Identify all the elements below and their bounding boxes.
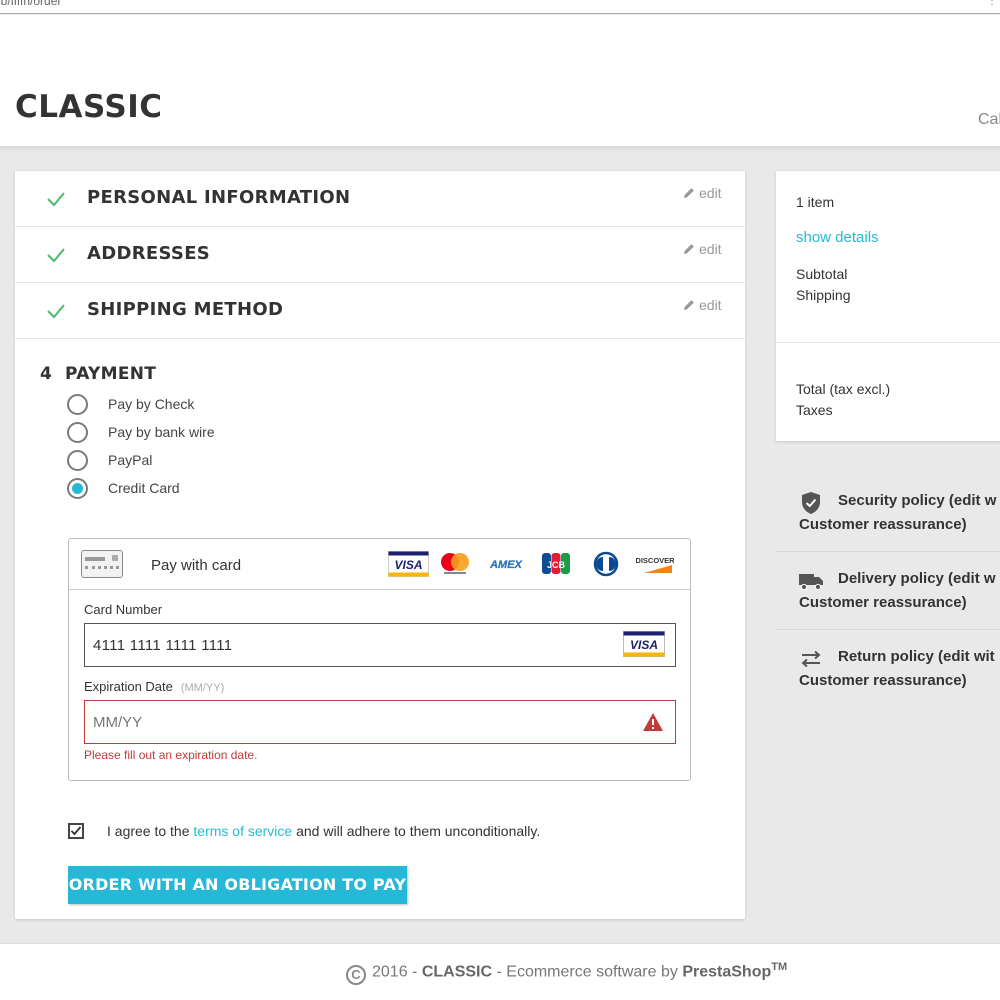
footer-copyright: C 2016 - CLASSIC - Ecommerce software by … [346,961,788,986]
terms-checkbox[interactable] [68,823,84,839]
copyright-icon: C [346,965,366,986]
exchange-arrows-icon [801,650,821,668]
step-personal-information[interactable]: PERSONAL INFORMATION edit [15,171,745,227]
browser-menu-icon[interactable]: ⋮ [986,0,998,7]
radio-button[interactable] [67,450,88,471]
order-button[interactable]: ORDER WITH AN OBLIGATION TO PAY [68,866,407,904]
expiration-format-hint: (MM/YY) [180,682,225,694]
edit-link[interactable]: edit [683,185,722,201]
discover-logo-icon: DISCOVER [636,556,674,573]
payment-heading: 4 PAYMENT [40,364,156,384]
site-header: CLASSIC Cal [0,15,1000,147]
reassurance-delivery[interactable]: Delivery policy (edit w Customer reassur… [776,552,1000,630]
reassurance-title: Delivery policy (edit w [838,570,996,587]
taxes-label: Taxes [796,402,833,418]
expiration-date-label: Expiration Date (MM/YY) [84,679,224,694]
radio-button[interactable] [67,394,88,415]
reassurance-subtitle: Customer reassurance) [799,594,967,611]
step-title: SHIPPING METHOD [87,299,284,320]
check-icon [47,192,65,207]
summary-divider [776,342,1000,343]
visa-detected-icon: VISA [623,631,665,657]
amex-logo-icon: AMEX [489,559,523,571]
footer-middle: - Ecommerce software by [492,963,683,981]
total-label: Total (tax excl.) [796,381,891,397]
step-title: PERSONAL INFORMATION [87,187,351,208]
card-number-label: Card Number [84,602,163,617]
card-form-header: Pay with card VISA AMEX JCB DISCOVER [69,539,690,590]
mastercard-logo-icon [441,553,469,574]
card-payment-form: Pay with card VISA AMEX JCB DISCOVER Car… [68,538,691,781]
step-shipping-method[interactable]: SHIPPING METHOD edit [15,283,745,339]
items-count: 1 item [796,194,835,210]
reassurance-subtitle: Customer reassurance) [799,672,967,689]
svg-text:VISA: VISA [394,558,422,572]
reassurance-return[interactable]: Return policy (edit wit Customer reassur… [776,630,1000,708]
svg-text:AMEX: AMEX [489,559,522,571]
pencil-icon [684,300,694,310]
visa-logo-icon: VISA [388,551,429,577]
terms-prefix: I agree to the [107,823,194,839]
reassurance-title: Return policy (edit wit [838,648,995,665]
shield-icon [802,492,820,514]
reassurance-subtitle: Customer reassurance) [799,516,967,533]
terms-suffix: and will adhere to them unconditionally. [292,823,541,839]
expiration-error-message: Please fill out an expiration date. [84,748,258,762]
step-addresses[interactable]: ADDRESSES edit [15,227,745,283]
step-number: 4 [40,364,53,384]
step-title: PAYMENT [65,364,157,384]
step-title: ADDRESSES [87,243,211,264]
subtotal-label: Subtotal [796,266,848,282]
address-url[interactable]: ub/ffffn/order [0,0,61,8]
checkout-steps: PERSONAL INFORMATION edit ADDRESSES edit… [15,171,745,919]
svg-text:JCB: JCB [547,560,566,570]
option-label[interactable]: PayPal [108,452,152,468]
edit-label: edit [699,297,722,313]
truck-icon [799,574,823,591]
pencil-icon [684,188,694,198]
expiration-date-input[interactable]: MM/YY [84,700,676,744]
radio-button[interactable] [67,422,88,443]
shipping-label: Shipping [796,287,851,303]
credit-card-icon [81,550,123,578]
card-number-input[interactable]: 4111 1111 1111 1111 VISA [84,623,676,667]
footer-trademark: TM [771,961,788,973]
site-logo[interactable]: CLASSIC [15,89,163,125]
site-footer: C 2016 - CLASSIC - Ecommerce software by … [0,943,1000,1000]
svg-text:VISA: VISA [630,638,658,652]
expiration-label-text: Expiration Date [84,679,173,694]
jcb-logo-icon: JCB [542,553,570,574]
card-number-value[interactable]: 4111 1111 1111 1111 [93,637,232,654]
terms-text: I agree to the terms of service and will… [107,823,540,839]
checkmark-icon [70,826,82,836]
warning-icon [643,713,663,731]
pencil-icon [684,244,694,254]
edit-label: edit [699,241,722,257]
option-label[interactable]: Credit Card [108,480,180,496]
check-icon [47,304,65,319]
diners-club-logo-icon [593,551,619,577]
footer-year: 2016 - [372,963,422,981]
option-label[interactable]: Pay by bank wire [108,424,215,440]
footer-brand: CLASSIC [421,963,493,981]
cart-link[interactable]: Cal [978,111,1000,129]
option-label[interactable]: Pay by Check [108,396,194,412]
show-details-link[interactable]: show details [796,229,879,246]
expiration-placeholder[interactable]: MM/YY [93,714,142,731]
terms-of-service-link[interactable]: terms of service [193,823,292,839]
edit-link[interactable]: edit [683,297,722,313]
check-icon [47,248,65,263]
edit-label: edit [699,185,722,201]
edit-link[interactable]: edit [683,241,722,257]
radio-button-selected[interactable] [67,478,88,499]
browser-address-bar[interactable]: ub/ffffn/order ⋮ [0,0,1000,14]
cart-summary: 1 item show details Subtotal Shipping To… [776,171,1000,441]
footer-software-link[interactable]: PrestaShop [682,963,771,980]
reassurance-security[interactable]: Security policy (edit w Customer reassur… [776,474,1000,552]
pay-with-card-title: Pay with card [151,557,242,574]
svg-text:DISCOVER: DISCOVER [636,556,674,565]
reassurance-title: Security policy (edit w [838,492,997,509]
